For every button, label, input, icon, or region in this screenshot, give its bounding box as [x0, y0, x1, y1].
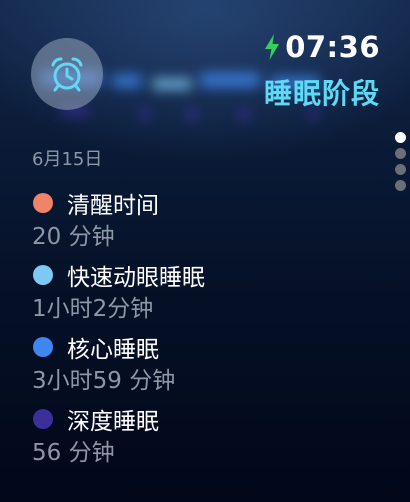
sleep-stages-screen: 07:36 睡眠阶段 6月15日 清醒时间 20 分钟 快速动眼睡眠 1小时2分… [0, 0, 410, 502]
alarm-button[interactable] [31, 38, 103, 110]
stage-color-dot [33, 337, 53, 357]
stage-duration: 3小时59 分钟 [32, 368, 176, 394]
stage-label: 快速动眼睡眠 [67, 265, 205, 291]
page-title: 睡眠阶段 [263, 77, 380, 110]
stage-color-dot [33, 409, 53, 429]
page-indicator[interactable] [395, 132, 406, 191]
stage-label: 核心睡眠 [67, 337, 159, 363]
status-time: 07:36 [263, 30, 380, 64]
stage-core: 核心睡眠 3小时59 分钟 [32, 330, 205, 402]
stage-label: 深度睡眠 [67, 409, 159, 435]
stage-duration: 20 分钟 [32, 224, 115, 250]
lightning-bolt-icon [265, 34, 280, 60]
stage-duration: 56 分钟 [32, 440, 115, 466]
sleep-stage-list: 清醒时间 20 分钟 快速动眼睡眠 1小时2分钟 核心睡眠 3小时59 分钟 深… [32, 186, 205, 474]
clock-time: 07:36 [285, 30, 380, 64]
page-dot-2[interactable] [395, 148, 406, 159]
page-dot-3[interactable] [395, 164, 406, 175]
stage-rem: 快速动眼睡眠 1小时2分钟 [32, 258, 205, 330]
stage-awake: 清醒时间 20 分钟 [32, 186, 205, 258]
page-dot-4[interactable] [395, 180, 406, 191]
date-label: 6月15日 [32, 149, 103, 170]
stage-label: 清醒时间 [67, 193, 159, 219]
stage-duration: 1小时2分钟 [32, 296, 154, 322]
stage-deep: 深度睡眠 56 分钟 [32, 402, 205, 474]
stage-color-dot [33, 265, 53, 285]
stage-color-dot [33, 193, 53, 213]
alarm-clock-icon [51, 57, 83, 92]
page-dot-1[interactable] [395, 132, 406, 143]
